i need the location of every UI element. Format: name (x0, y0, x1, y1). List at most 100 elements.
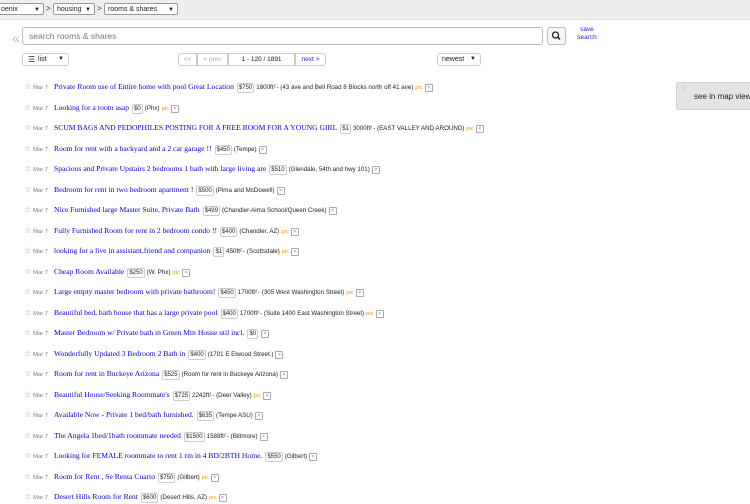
listing-row[interactable]: ☆ Mar 7 Large empty master bedroom with pr… (24, 286, 364, 298)
listing-row[interactable]: ☆ Mar 7 Beautiful House/Seeking Roommate's… (24, 389, 272, 401)
hide-listing-icon[interactable]: × (259, 432, 268, 441)
listing-row[interactable]: ☆ Mar 7 Available Now - Private 1 bed/bath… (24, 409, 263, 421)
city-select[interactable]: oenix ▼ (0, 3, 44, 15)
hide-listing-icon[interactable]: × (258, 145, 267, 154)
favorite-star-icon[interactable]: ☆ (24, 451, 31, 460)
hide-listing-icon[interactable]: × (218, 494, 227, 502)
listing-title-link[interactable]: Room for rent with a backyard and a 2 ca… (54, 144, 212, 153)
search-button[interactable] (547, 27, 566, 45)
listing-date: Mar 7 (33, 454, 48, 460)
favorite-star-icon[interactable]: ☆ (24, 103, 31, 112)
subcategory-select[interactable]: rooms & shares ▼ (104, 3, 178, 15)
hide-listing-icon[interactable]: × (170, 104, 179, 113)
favorite-star-icon[interactable]: ☆ (24, 226, 31, 235)
favorite-star-icon[interactable]: ☆ (24, 431, 31, 440)
favorite-star-icon[interactable]: ☆ (24, 205, 31, 214)
listing-row[interactable]: ☆ Mar 7 Bedroom for rent in two bedroom ap… (24, 184, 285, 196)
hide-listing-icon[interactable]: × (261, 330, 270, 338)
listing-title-link[interactable]: Spacious and Private Upstairs 2 bedrooms… (54, 164, 266, 173)
listing-title-link[interactable]: Wonderfully Updated 3 Bedroom 2 Bath in (54, 349, 185, 358)
collapse-sidebar-icon[interactable]: « (12, 30, 20, 46)
listing-row[interactable]: ☆ Mar 7 Room for rent in Buckeye Arizona $5… (24, 368, 288, 380)
listing-row[interactable]: ☆ Mar 7 Cheap Room Available $250 (W. Phx) pi… (24, 266, 190, 278)
favorite-star-icon[interactable]: ☆ (24, 267, 31, 276)
search-input[interactable] (22, 27, 543, 45)
listing-title-link[interactable]: Looking for FEMALE roommate to rent 1 rm… (54, 451, 262, 460)
hide-listing-icon[interactable]: × (263, 391, 272, 400)
favorite-star-icon[interactable]: ☆ (24, 164, 31, 173)
hide-listing-icon[interactable]: × (279, 371, 288, 379)
listing-title-link[interactable]: Bedroom for rent in two bedroom apartmen… (54, 185, 193, 194)
listing-title-link[interactable]: Cheap Room Available (54, 267, 124, 276)
prev-page-button[interactable]: < prev (197, 53, 228, 66)
listing-row[interactable]: ☆ Mar 7 Nice Furnished large Master Suite,… (24, 204, 337, 216)
listing-row[interactable]: ☆ Mar 7 Wonderfully Updated 3 Bedroom 2 Ba… (24, 348, 284, 360)
listing-row[interactable]: ☆ Mar 7 Room for Rent , Se Renta Cuarto $75… (24, 471, 220, 483)
listing-row[interactable]: ☆ Mar 7 Desert Hills Room for Rent $600 (Des… (24, 491, 227, 503)
hide-listing-icon[interactable]: × (424, 84, 433, 92)
favorite-star-icon[interactable]: ☆ (24, 328, 31, 337)
listing-row[interactable]: ☆ Mar 7 Fully Furnished Room for rent in 2… (24, 225, 299, 237)
map-icon: ⋮ (682, 86, 688, 92)
listing-title-link[interactable]: The Angela 1bed/1bath roommate needed (54, 431, 181, 440)
listing-title-link[interactable]: Nice Furnished large Master Suite, Priva… (54, 205, 200, 214)
listing-title-link[interactable]: Large empty master bedroom with private … (54, 287, 215, 296)
hide-listing-icon[interactable]: × (375, 309, 384, 318)
favorite-star-icon[interactable]: ☆ (24, 369, 31, 378)
hide-listing-icon[interactable]: × (355, 289, 364, 297)
listing-price: $1 (340, 124, 351, 134)
search-icon (551, 31, 561, 41)
hide-listing-icon[interactable]: × (290, 227, 299, 236)
listing-row[interactable]: ☆ Mar 7 Beautiful bed, bath house that has… (24, 307, 384, 319)
category-select[interactable]: housing ▼ (53, 3, 95, 15)
favorite-star-icon[interactable]: ☆ (24, 185, 31, 194)
favorite-star-icon[interactable]: ☆ (24, 349, 31, 358)
listing-row[interactable]: ☆ Mar 7 Spacious and Private Upstairs 2 be… (24, 163, 380, 175)
hide-listing-icon[interactable]: × (328, 207, 337, 215)
hide-listing-icon[interactable]: × (276, 186, 285, 195)
view-mode-select[interactable]: ☰ list ▼ (22, 53, 69, 66)
listing-title-link[interactable]: Beautiful bed, bath house that has a lar… (54, 308, 218, 317)
listing-row[interactable]: ☆ Mar 7 looking for a live in assistant,fr… (24, 245, 300, 257)
hide-listing-icon[interactable]: × (475, 125, 484, 133)
listing-row[interactable]: ☆ Mar 7 Looking for a room asap $0 (Phx) pic × (24, 102, 179, 114)
save-search-link[interactable]: save search (574, 26, 600, 41)
hide-listing-icon[interactable]: × (181, 268, 190, 277)
favorite-star-icon[interactable]: ☆ (24, 82, 31, 91)
favorite-star-icon[interactable]: ☆ (24, 144, 31, 153)
listing-date: Mar 7 (33, 310, 48, 317)
listing-row[interactable]: ☆ Mar 7 The Angela 1bed/1bath roommate nee… (24, 430, 268, 442)
map-view-button[interactable]: ⋮ see in map view (676, 82, 750, 110)
listing-title-link[interactable]: Available Now - Private 1 bed/bath furni… (54, 410, 194, 419)
listing-title-link[interactable]: Private Room use of Entire home with poo… (54, 82, 234, 91)
hide-listing-icon[interactable]: × (309, 453, 318, 461)
hide-listing-icon[interactable]: × (291, 248, 300, 256)
favorite-star-icon[interactable]: ☆ (24, 123, 31, 132)
listing-title-link[interactable]: Looking for a room asap (54, 103, 129, 112)
hide-listing-icon[interactable]: × (211, 473, 220, 482)
listing-title-link[interactable]: Beautiful House/Seeking Roommate's (54, 390, 170, 399)
listing-row[interactable]: ☆ Mar 7 SCUM BAGS AND PEDOPHILES POSTING F… (24, 122, 484, 134)
favorite-star-icon[interactable]: ☆ (24, 246, 31, 255)
hide-listing-icon[interactable]: × (371, 166, 380, 174)
favorite-star-icon[interactable]: ☆ (24, 390, 31, 399)
listing-title-link[interactable]: Master Bedroom w/ Private bath in Green … (54, 328, 244, 337)
listing-title-link[interactable]: Fully Furnished Room for rent in 2 bedro… (54, 226, 217, 235)
listing-row[interactable]: ☆ Mar 7 Private Room use of Entire home wi… (24, 81, 433, 93)
listing-title-link[interactable]: Room for rent in Buckeye Arizona (54, 369, 159, 378)
sort-select[interactable]: newest ▼ (437, 53, 481, 66)
favorite-star-icon[interactable]: ☆ (24, 410, 31, 419)
listing-title-link[interactable]: SCUM BAGS AND PEDOPHILES POSTING FOR A F… (54, 123, 337, 132)
next-page-button[interactable]: next > (295, 53, 326, 66)
listing-title-link[interactable]: looking for a live in assistant,friend a… (54, 246, 210, 255)
favorite-star-icon[interactable]: ☆ (24, 472, 31, 481)
favorite-star-icon[interactable]: ☆ (24, 308, 31, 317)
listing-row[interactable]: ☆ Mar 7 Looking for FEMALE roommate to ren… (24, 450, 318, 462)
hide-listing-icon[interactable]: × (254, 412, 263, 420)
listing-row[interactable]: ☆ Mar 7 Master Bedroom w/ Private bath in … (24, 327, 270, 339)
hide-listing-icon[interactable]: × (275, 350, 284, 359)
listing-title-link[interactable]: Room for Rent , Se Renta Cuarto (54, 472, 155, 481)
listing-row[interactable]: ☆ Mar 7 Room for rent with a backyard and … (24, 143, 267, 155)
first-page-button[interactable]: << (178, 53, 197, 66)
favorite-star-icon[interactable]: ☆ (24, 287, 31, 296)
